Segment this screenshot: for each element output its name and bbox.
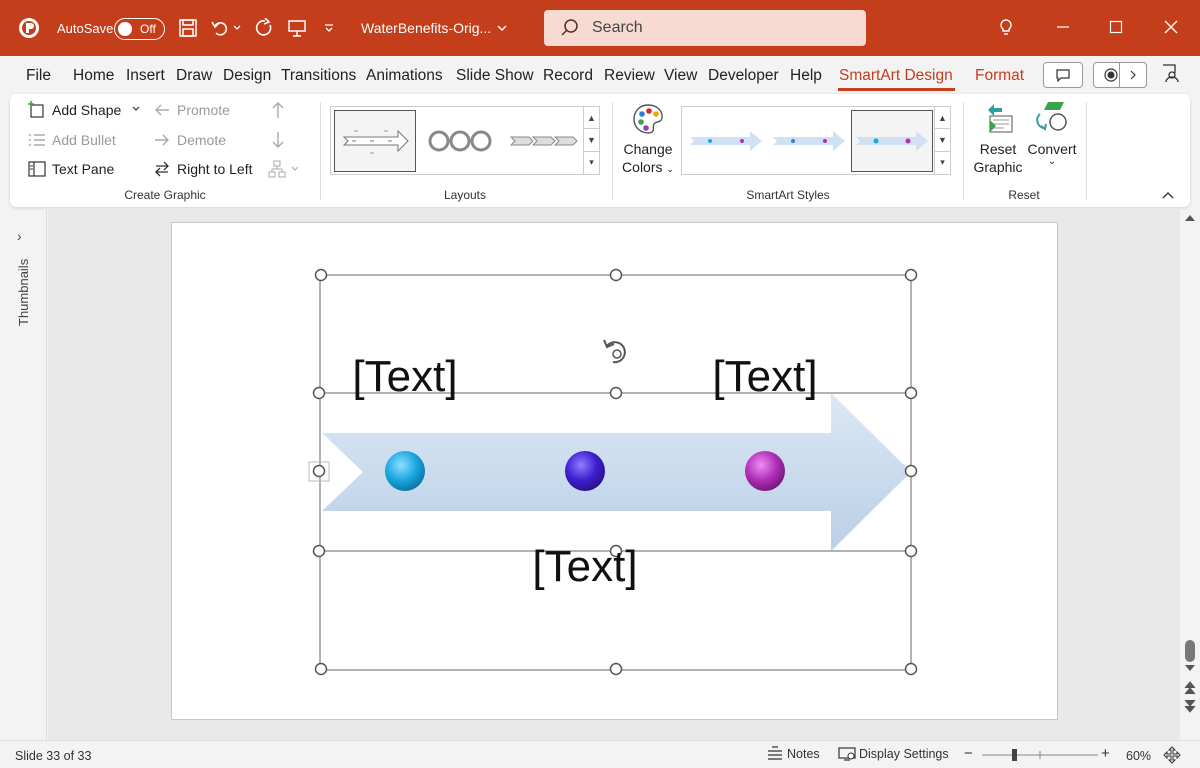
resize-handle[interactable] xyxy=(609,268,623,282)
rotate-handle-icon[interactable] xyxy=(603,339,626,364)
scroll-down-icon[interactable] xyxy=(1185,665,1195,671)
resize-handle[interactable] xyxy=(609,662,623,676)
fit-to-window-icon[interactable] xyxy=(1163,746,1181,764)
resize-handle[interactable] xyxy=(314,662,328,676)
scroll-thumb[interactable] xyxy=(1185,640,1195,662)
display-settings-label: Display Settings xyxy=(859,747,949,761)
resize-handle[interactable] xyxy=(312,386,326,400)
vertical-scrollbar[interactable] xyxy=(1180,210,1200,740)
timeline-dot-3[interactable] xyxy=(745,451,785,491)
resize-handle[interactable] xyxy=(609,386,623,400)
resize-handle[interactable] xyxy=(904,544,918,558)
text-placeholder-top-left[interactable]: [Text] xyxy=(352,352,457,401)
resize-handle[interactable] xyxy=(904,268,918,282)
zoom-out-icon[interactable]: − xyxy=(964,745,973,762)
zoom-level[interactable]: 60% xyxy=(1126,749,1151,763)
resize-handle[interactable] xyxy=(312,464,326,478)
resize-handle[interactable] xyxy=(314,268,328,282)
display-settings-button[interactable]: Display Settings xyxy=(838,746,949,762)
notes-icon xyxy=(768,746,782,760)
resize-handle[interactable] xyxy=(312,544,326,558)
smartart-graphic[interactable]: [Text] [Text] [Text] xyxy=(0,0,1200,768)
resize-handle[interactable] xyxy=(904,386,918,400)
status-bar: Slide 33 of 33 Notes Display Settings − … xyxy=(0,740,1200,768)
scroll-up-icon[interactable] xyxy=(1185,215,1195,221)
previous-slide-icon[interactable] xyxy=(1184,681,1196,695)
text-placeholder-top-right[interactable]: [Text] xyxy=(712,352,817,401)
notes-button[interactable]: Notes xyxy=(766,746,820,762)
slide-counter: Slide 33 of 33 xyxy=(15,749,92,763)
display-settings-icon xyxy=(838,747,856,761)
timeline-dot-2[interactable] xyxy=(565,451,605,491)
notes-label: Notes xyxy=(787,747,820,761)
zoom-slider[interactable] xyxy=(980,746,1100,764)
zoom-in-icon[interactable]: + xyxy=(1101,745,1110,762)
zoom-slider-thumb[interactable] xyxy=(1012,749,1017,761)
text-placeholder-bottom[interactable]: [Text] xyxy=(532,542,637,591)
resize-handle[interactable] xyxy=(904,464,918,478)
resize-handle[interactable] xyxy=(904,662,918,676)
next-slide-icon[interactable] xyxy=(1184,699,1196,713)
timeline-dot-1[interactable] xyxy=(385,451,425,491)
